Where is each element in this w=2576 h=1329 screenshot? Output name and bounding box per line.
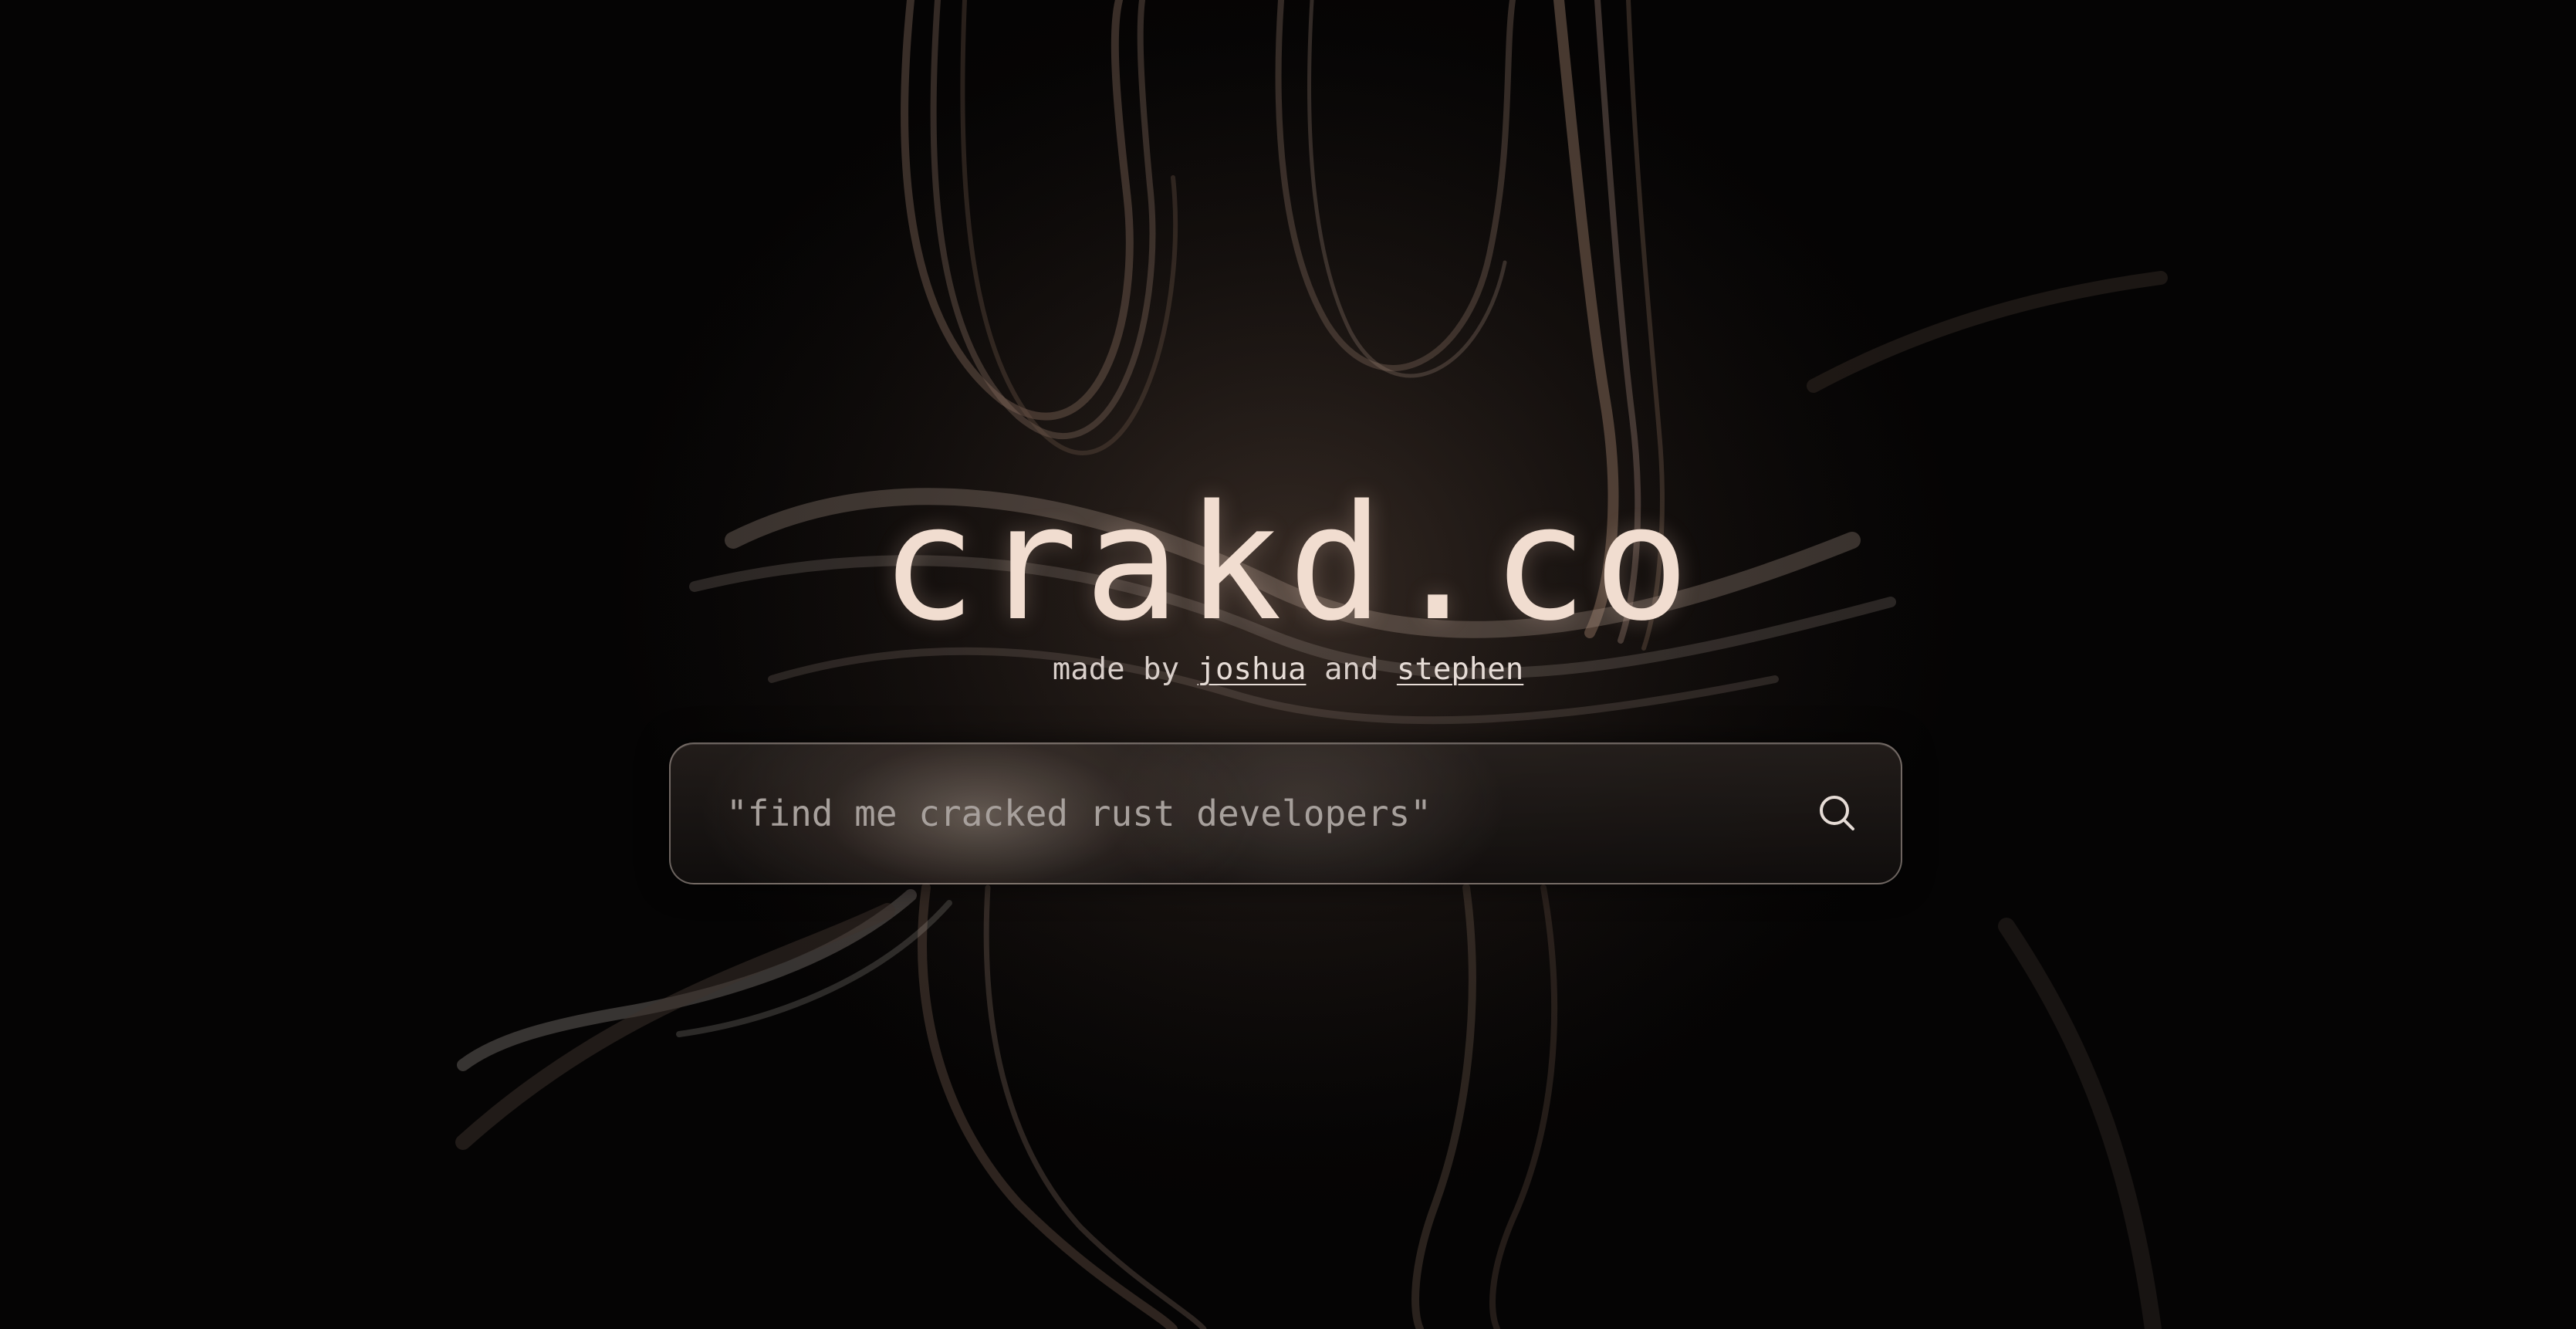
author-link-stephen[interactable]: stephen bbox=[1397, 652, 1523, 687]
landing-page: crakd.co made by joshua and stephen bbox=[0, 0, 2576, 1329]
search-bar bbox=[669, 742, 1902, 884]
search-button[interactable] bbox=[1814, 790, 1861, 837]
site-title: crakd.co bbox=[880, 471, 1696, 656]
credits-prefix: made by bbox=[1052, 652, 1180, 687]
author-link-joshua[interactable]: joshua bbox=[1198, 652, 1307, 687]
credits-line: made by joshua and stephen bbox=[0, 650, 2576, 690]
search-input[interactable] bbox=[726, 744, 1729, 883]
search-icon bbox=[1820, 796, 1854, 830]
credits-conjunction: and bbox=[1323, 652, 1379, 687]
